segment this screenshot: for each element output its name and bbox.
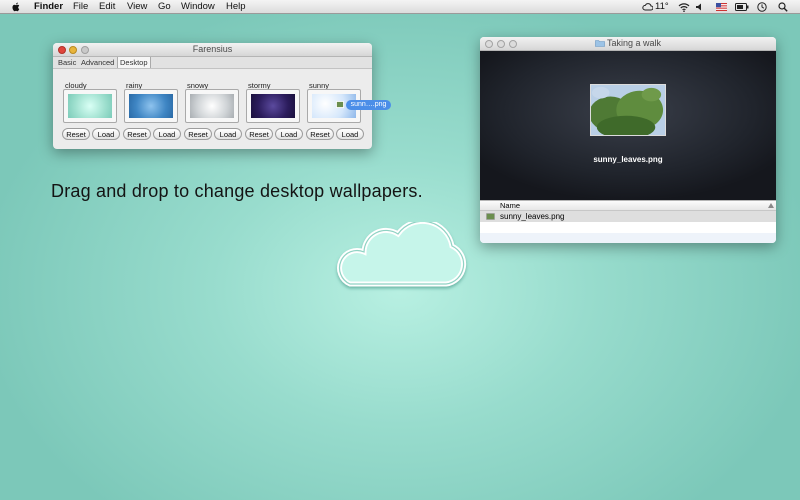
list-row-empty [480, 222, 776, 233]
sort-arrow-icon [768, 203, 774, 208]
menu-edit[interactable]: Edit [99, 0, 115, 13]
reset-button-sunny[interactable]: Reset [306, 128, 334, 140]
cloud-logo-icon [337, 222, 467, 287]
tab-desktop[interactable]: Desktop [117, 57, 151, 68]
title-bar[interactable]: Taking a walk [480, 37, 776, 51]
wallpaper-preview [129, 94, 173, 118]
dragged-file-label: sunn….png [346, 100, 391, 110]
farensius-window: Farensius Basic Advanced Desktop cloudy … [53, 43, 372, 149]
cover-flow-preview: sunny_leaves.png [480, 51, 776, 200]
headline-text: Drag and drop to change desktop wallpape… [51, 181, 423, 201]
column-header-name[interactable]: Name [480, 200, 776, 211]
file-name: sunny_leaves.png [500, 212, 565, 221]
wallpaper-preview [190, 94, 234, 118]
reset-button-snowy[interactable]: Reset [184, 128, 212, 140]
tab-basic[interactable]: Basic [58, 57, 76, 68]
menu-go[interactable]: Go [158, 0, 171, 13]
battery-icon[interactable] [735, 3, 749, 11]
image-thumbnail[interactable] [590, 84, 666, 136]
folder-icon [595, 40, 605, 47]
load-button-rainy[interactable]: Load [153, 128, 181, 140]
menu-help[interactable]: Help [226, 0, 246, 13]
volume-icon[interactable] [696, 3, 704, 11]
weather-temperature[interactable]: 11° [655, 0, 669, 13]
menu-file[interactable]: File [73, 0, 88, 13]
wifi-icon[interactable] [678, 2, 690, 12]
window-title: Farensius [192, 44, 233, 54]
image-well-snowy[interactable] [185, 89, 239, 123]
cloud-status-icon[interactable] [642, 2, 653, 12]
list-item[interactable]: sunny_leaves.png [480, 211, 776, 222]
wallpaper-preview [68, 94, 112, 118]
reset-button-rainy[interactable]: Reset [123, 128, 151, 140]
menu-view[interactable]: View [127, 0, 147, 13]
load-button-cloudy[interactable]: Load [92, 128, 120, 140]
window-title-text: Taking a walk [606, 38, 662, 48]
spotlight-search-icon[interactable] [778, 2, 788, 12]
reset-button-cloudy[interactable]: Reset [62, 128, 90, 140]
image-file-icon [486, 213, 495, 220]
menu-bar: Finder File Edit View Go Window Help 11° [0, 0, 800, 14]
wallpaper-preview [251, 94, 295, 118]
image-well-rainy[interactable] [124, 89, 178, 123]
load-button-snowy[interactable]: Load [214, 128, 242, 140]
image-well-stormy[interactable] [246, 89, 300, 123]
tab-bar: Basic Advanced Desktop [53, 57, 372, 69]
column-header-label: Name [500, 201, 521, 210]
list-row-empty [480, 233, 776, 243]
preview-filename: sunny_leaves.png [593, 155, 663, 164]
menu-finder[interactable]: Finder [34, 0, 63, 13]
load-button-sunny[interactable]: Load [336, 128, 364, 140]
menu-window[interactable]: Window [181, 0, 215, 13]
title-bar[interactable]: Farensius [53, 43, 372, 57]
clock-icon[interactable] [757, 2, 767, 12]
window-title: Taking a walk [480, 38, 776, 48]
load-button-stormy[interactable]: Load [275, 128, 303, 140]
dragged-file-icon [336, 101, 344, 108]
apple-menu-icon[interactable] [12, 2, 21, 12]
reset-button-stormy[interactable]: Reset [245, 128, 273, 140]
tab-advanced[interactable]: Advanced [81, 57, 114, 68]
us-flag-icon[interactable] [716, 3, 727, 11]
finder-window: Taking a walk sunny_leaves.png Name sunn… [480, 37, 776, 243]
image-well-cloudy[interactable] [63, 89, 117, 123]
